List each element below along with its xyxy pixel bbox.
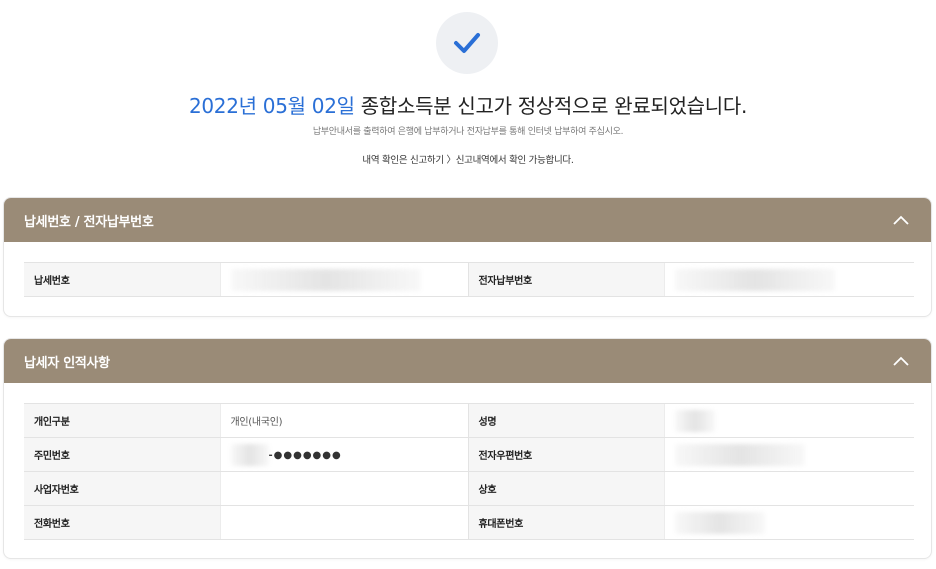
panel-header: 납세번호 / 전자납부번호 <box>4 198 931 242</box>
tax-number-label: 납세번호 <box>24 262 220 297</box>
completion-message: 종합소득분 신고가 정상적으로 완료되었습니다. <box>354 94 748 118</box>
company-name-value <box>663 471 914 506</box>
panel-title: 납세번호 / 전자납부번호 <box>24 214 154 230</box>
mobile-label: 휴대폰번호 <box>467 505 664 540</box>
table-row: 개인구분 개인(내국인) 성명 <box>24 403 914 438</box>
business-number-label: 사업자번호 <box>24 471 220 506</box>
email-label: 전자우편번호 <box>467 437 664 472</box>
resident-number-label: 주민번호 <box>24 437 220 472</box>
panel-header: 납세자 인적사항 <box>4 339 931 383</box>
payment-number-table: 납세번호 전자납부번호 <box>24 262 914 297</box>
resident-number-masked: -●●●●●●● <box>268 449 342 461</box>
table-row: 사업자번호 상호 <box>24 471 914 506</box>
payment-number-panel: 납세번호 / 전자납부번호 납세번호 전자납부번호 <box>3 197 932 317</box>
chevron-up-icon[interactable] <box>891 210 911 230</box>
name-value <box>663 403 914 438</box>
company-name-label: 상호 <box>467 471 664 506</box>
e-payment-number-value <box>663 262 914 297</box>
check-icon <box>454 33 480 53</box>
panel-title: 납세자 인적사항 <box>24 355 110 371</box>
payment-notice: 납부안내서를 출력하여 은행에 납부하거나 전자납부를 통해 인터넷 납부하여 … <box>312 127 624 137</box>
taxpayer-info-panel: 납세자 인적사항 개인구분 개인(내국인) 성명 주민번호 -●●●●●●● 전… <box>3 338 932 559</box>
phone-label: 전화번호 <box>24 505 220 540</box>
table-row: 납세번호 전자납부번호 <box>24 262 914 297</box>
taxpayer-info-table: 개인구분 개인(내국인) 성명 주민번호 -●●●●●●● 전자우편번호 사업자… <box>24 403 914 540</box>
e-payment-number-label: 전자납부번호 <box>467 262 664 297</box>
mobile-value <box>663 505 914 540</box>
filing-date: 2022년 05월 02일 <box>188 94 355 118</box>
chevron-up-icon[interactable] <box>891 351 911 371</box>
success-check-badge <box>436 12 498 74</box>
phone-value <box>219 505 468 540</box>
completion-headline: 2022년 05월 02일 종합소득분 신고가 정상적으로 완료되었습니다. <box>0 90 936 119</box>
name-label: 성명 <box>467 403 664 438</box>
email-value <box>663 437 914 472</box>
history-notice: 내역 확인은 신고하기 〉신고내역에서 확인 가능합니다. <box>362 155 574 166</box>
person-type-value: 개인(내국인) <box>219 403 468 438</box>
business-number-value <box>219 471 468 506</box>
person-type-label: 개인구분 <box>24 403 220 438</box>
table-row: 전화번호 휴대폰번호 <box>24 505 914 540</box>
resident-number-value: -●●●●●●● <box>219 437 468 472</box>
tax-number-value <box>219 262 468 297</box>
table-row: 주민번호 -●●●●●●● 전자우편번호 <box>24 437 914 472</box>
